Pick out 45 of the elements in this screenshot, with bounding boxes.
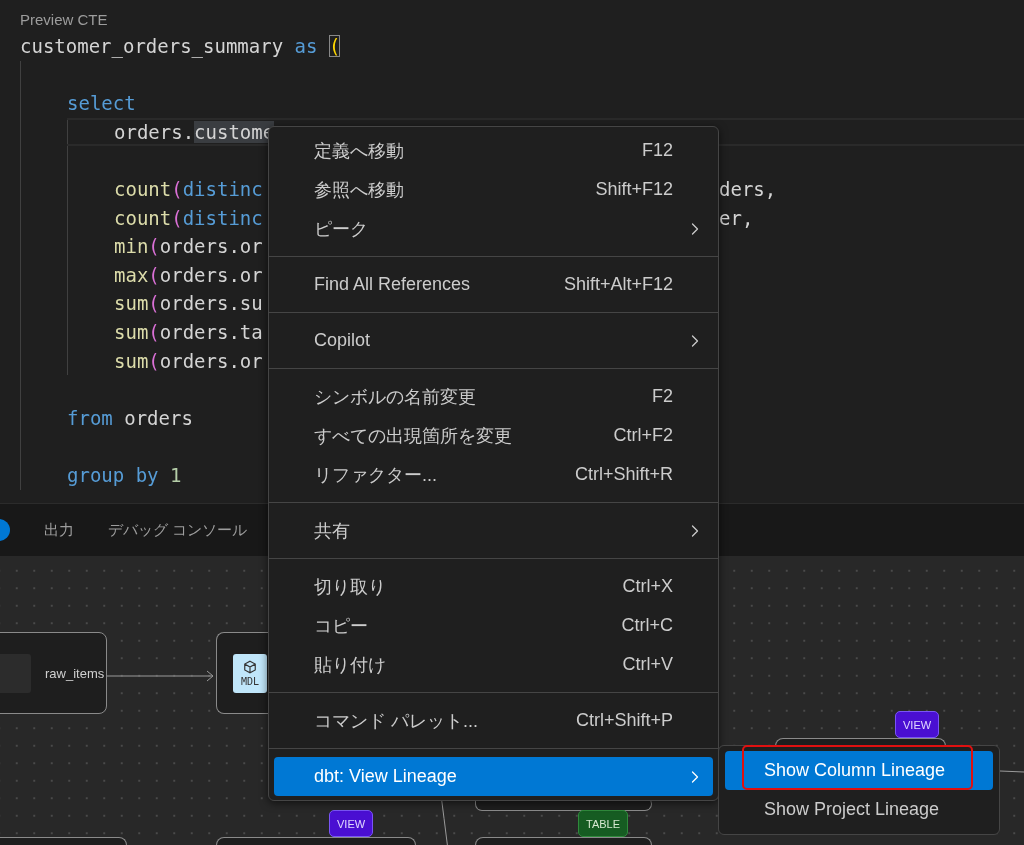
menu-item[interactable]: Copilot bbox=[274, 321, 713, 360]
code-line: ders, bbox=[719, 177, 777, 200]
code-line: select bbox=[67, 92, 136, 115]
code-line: group by 1 bbox=[67, 463, 182, 486]
node-label: raw_items bbox=[45, 665, 105, 681]
graph-node[interactable]: MDL bbox=[216, 632, 268, 714]
type-badge: VIEW bbox=[329, 810, 374, 837]
code-line: er, bbox=[719, 206, 754, 229]
code-line: sum(orders.ta bbox=[114, 320, 263, 343]
codelens-link[interactable]: Preview CTE bbox=[20, 8, 1024, 32]
menu-item[interactable]: ピーク bbox=[274, 209, 713, 248]
code-line: max(orders.or bbox=[114, 263, 263, 286]
menu-item[interactable]: 切り取り Ctrl+X bbox=[274, 567, 713, 606]
panel-tab[interactable]: デバッグ コンソール bbox=[108, 520, 248, 540]
menu-item[interactable]: 定義へ移動 F12 bbox=[274, 131, 713, 170]
menu-item[interactable]: dbt: View Lineage bbox=[274, 757, 713, 796]
graph-node[interactable] bbox=[216, 837, 416, 845]
menu-item[interactable]: コピー Ctrl+C bbox=[274, 606, 713, 645]
menu-item[interactable]: Show Project Lineage bbox=[725, 790, 993, 829]
code-line: count(distinc bbox=[114, 177, 263, 200]
menu-item[interactable]: 共有 bbox=[274, 511, 713, 550]
menu-item[interactable]: 参照へ移動 Shift+F12 bbox=[274, 170, 713, 209]
graph-node[interactable]: raw_items bbox=[0, 632, 107, 714]
type-badge: TABLE bbox=[578, 810, 629, 837]
code-line: sum(orders.or bbox=[114, 349, 263, 372]
graph-node[interactable] bbox=[475, 837, 652, 845]
code-line: min(orders.or bbox=[114, 235, 263, 258]
menu-item[interactable]: Find All References Shift+Alt+F12 bbox=[274, 265, 713, 304]
cube-icon bbox=[243, 659, 257, 674]
menu-item[interactable]: 貼り付け Ctrl+V bbox=[274, 645, 713, 684]
menu-item[interactable]: すべての出現箇所を変更 Ctrl+F2 bbox=[274, 416, 713, 455]
code-line: customer_orders_summary as ( bbox=[20, 35, 341, 57]
menu-item[interactable]: リファクター... Ctrl+Shift+R bbox=[274, 455, 713, 494]
code-line: sum(orders.su bbox=[114, 292, 263, 315]
type-badge: VIEW bbox=[895, 711, 940, 738]
menu-item[interactable]: シンボルの名前変更 F2 bbox=[274, 377, 713, 416]
panel-tab[interactable]: 出力 bbox=[44, 520, 74, 540]
graph-node[interactable] bbox=[0, 837, 127, 845]
edge-line bbox=[1000, 770, 1024, 773]
tile-label: MDL bbox=[240, 675, 260, 687]
menu-item[interactable]: Show Column Lineage bbox=[725, 751, 993, 790]
code-line: from orders bbox=[67, 406, 193, 429]
graph-node[interactable] bbox=[775, 738, 946, 746]
code-line: count(distinc bbox=[114, 206, 263, 229]
menu-item[interactable]: コマンド パレット... Ctrl+Shift+P bbox=[274, 701, 713, 740]
